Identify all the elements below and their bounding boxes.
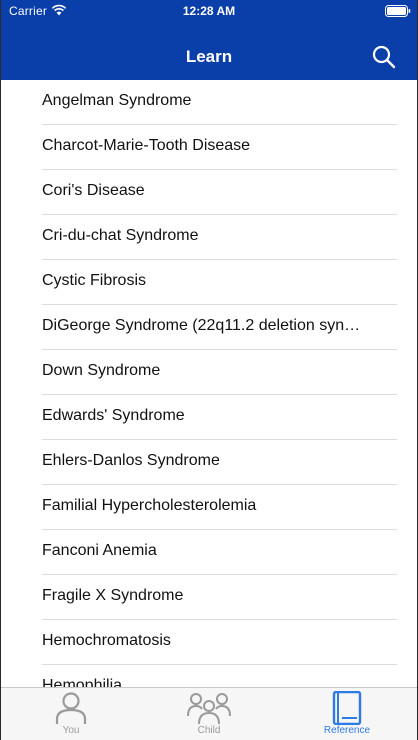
list-item[interactable]: Edwards' Syndrome	[42, 395, 397, 440]
list-item[interactable]: Hemophilia	[42, 665, 397, 687]
list-item-label: DiGeorge Syndrome (22q11.2 deletion syn…	[42, 317, 361, 334]
tab-you[interactable]: You	[31, 688, 111, 740]
list-item[interactable]: Down Syndrome	[42, 350, 397, 395]
list-item[interactable]: Fanconi Anemia	[42, 530, 397, 575]
list-item-label: Hemochromatosis	[42, 632, 171, 649]
list-item-label: Hemophilia	[42, 677, 123, 687]
list-item-label: Familial Hypercholesterolemia	[42, 497, 257, 514]
list-item-label: Fanconi Anemia	[42, 542, 157, 559]
person-icon	[55, 692, 87, 724]
list-item-label: Cori's Disease	[42, 182, 145, 199]
tab-bar: You Child Reference	[1, 687, 417, 740]
search-icon[interactable]	[371, 44, 397, 70]
tab-child[interactable]: Child	[169, 688, 249, 740]
list-item[interactable]: Charcot-Marie-Tooth Disease	[42, 125, 397, 170]
list-item-label: Angelman Syndrome	[42, 92, 192, 109]
list-item-label: Charcot-Marie-Tooth Disease	[42, 137, 251, 154]
clock-time: 12:28 AM	[182, 4, 236, 18]
status-bar: Carrier 12:28 AM	[1, 0, 417, 22]
list-item[interactable]: Hemochromatosis	[42, 620, 397, 665]
list-item-label: Down Syndrome	[42, 362, 161, 379]
list-item[interactable]: Fragile X Syndrome	[42, 575, 397, 620]
list-item[interactable]: Ehlers-Danlos Syndrome	[42, 440, 397, 485]
list-item[interactable]: Cri-du-chat Syndrome	[42, 215, 397, 260]
list-item[interactable]: DiGeorge Syndrome (22q11.2 deletion syn…	[42, 305, 397, 350]
list-item[interactable]: Cystic Fibrosis	[42, 260, 397, 305]
list-item[interactable]: Cori's Disease	[42, 170, 397, 215]
list-item-label: Ehlers-Danlos Syndrome	[42, 452, 220, 469]
list-item-label: Cystic Fibrosis	[42, 272, 147, 289]
page-title: Learn	[185, 47, 233, 66]
list-item[interactable]: Angelman Syndrome	[42, 80, 397, 125]
list-item-label: Cri-du-chat Syndrome	[42, 227, 199, 244]
battery-icon	[385, 5, 411, 17]
tab-reference[interactable]: Reference	[307, 688, 387, 740]
book-icon	[332, 691, 362, 725]
group-icon	[187, 693, 231, 725]
app-screen: Carrier 12:28 AM Learn Angelman Syndrome…	[1, 0, 417, 740]
navigation-header: Carrier 12:28 AM Learn	[1, 0, 417, 80]
list-item-label: Fragile X Syndrome	[42, 587, 184, 604]
tab-label: Reference	[323, 725, 371, 736]
condition-list[interactable]: Angelman Syndrome Charcot-Marie-Tooth Dis…	[1, 80, 417, 687]
tab-label: You	[62, 725, 80, 736]
list-item[interactable]: Familial Hypercholesterolemia	[42, 485, 397, 530]
tab-label: Child	[197, 725, 221, 736]
list-item-label: Edwards' Syndrome	[42, 407, 185, 424]
